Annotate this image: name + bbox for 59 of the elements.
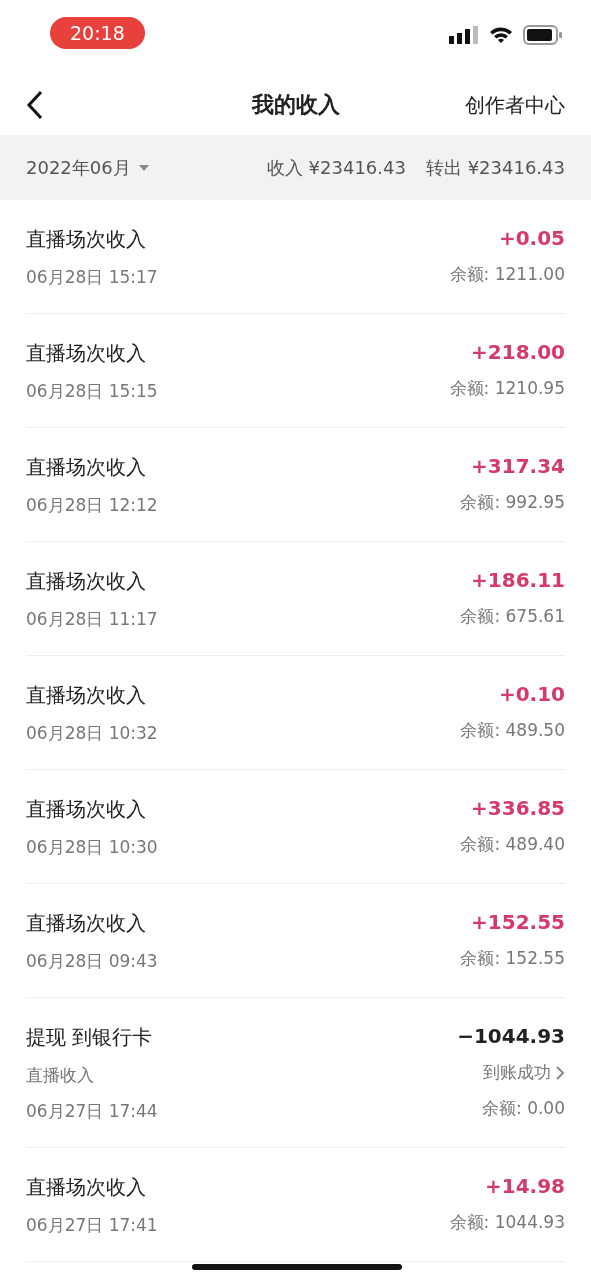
transaction-title: 直播场次收入 [26,1174,147,1201]
transaction-row[interactable]: 直播场次收入 06月28日 12:12 +317.34 余额: 992.95 [26,428,565,542]
transaction-row[interactable]: 直播场次收入 06月28日 11:17 +186.11 余额: 675.61 [26,542,565,656]
transaction-title: 直播场次收入 [26,226,147,253]
transaction-title: 直播场次收入 [26,796,147,823]
balance-text: 余额: 1211.00 [449,263,565,286]
balance-text: 余额: 992.95 [460,491,565,514]
balance-text: 余额: 489.40 [460,833,565,856]
transaction-amount: +0.05 [498,226,565,250]
transaction-row[interactable]: 提现 到银行卡 直播收入 06月27日 17:44 −1044.93 到账成功 余额: 0.00 [26,998,565,1148]
transaction-title: 提现 到银行卡 [26,1024,154,1051]
transaction-date: 06月28日 15:17 [26,266,158,289]
transaction-amount: +218.00 [471,340,565,364]
transaction-amount: +336.85 [471,796,565,820]
transaction-amount: +317.34 [471,454,565,478]
transaction-title: 直播场次收入 [26,682,147,709]
balance-text: 余额: 489.50 [460,719,565,742]
status-time: 20:18 [50,16,145,49]
transaction-row[interactable]: 直播场次收入 06月27日 17:41 +14.98 余额: 1044.93 [26,1148,565,1262]
creator-center-link[interactable]: 创作者中心 [465,91,565,119]
transaction-status: 到账成功 [483,1061,551,1084]
transaction-amount: +0.10 [498,682,565,706]
month-dropdown[interactable]: 2022年06月 [26,155,149,180]
signal-icon [449,25,479,44]
balance-text: 余额: 0.00 [482,1097,565,1120]
transaction-row[interactable]: 直播场次收入 06月28日 09:43 +152.55 余额: 152.55 [26,884,565,998]
transaction-title: 直播场次收入 [26,910,147,937]
wifi-icon [489,25,513,44]
transaction-date: 06月28日 15:15 [26,380,158,403]
transaction-amount: −1044.93 [457,1024,565,1048]
transaction-amount: +152.55 [471,910,565,934]
transaction-date: 06月28日 10:30 [26,836,158,859]
transaction-row[interactable]: 直播场次收入 06月28日 10:32 +0.10 余额: 489.50 [26,656,565,770]
transaction-title: 直播场次收入 [26,568,147,595]
balance-text: 余额: 1044.93 [449,1211,565,1234]
battery-icon [523,24,563,45]
page-title: 我的收入 [251,91,340,119]
outgo-total: 转出 ¥23416.43 [425,155,565,180]
transaction-amount: +186.11 [471,568,565,592]
transaction-source: 直播收入 [26,1064,95,1087]
transaction-amount: +14.98 [484,1174,565,1198]
income-total: 收入 ¥23416.43 [266,155,406,180]
transaction-date: 06月28日 10:32 [26,722,158,745]
transaction-row[interactable]: 直播场次收入 06月28日 15:15 +218.00 余额: 1210.95 [26,314,565,428]
chevron-icon [555,1064,565,1081]
balance-text: 余额: 675.61 [460,605,565,628]
transaction-date: 06月27日 17:41 [26,1214,158,1237]
transaction-date: 06月28日 11:17 [26,608,158,631]
back-icon[interactable] [26,90,44,120]
caret-icon [138,163,149,172]
balance-text: 余额: 1210.95 [449,377,565,400]
transaction-row[interactable]: 直播场次收入 06月28日 15:17 +0.05 余额: 1211.00 [26,200,565,314]
transaction-date: 06月28日 12:12 [26,494,158,517]
transaction-date: 06月28日 09:43 [26,950,158,973]
transaction-title: 直播场次收入 [26,454,147,481]
transaction-row[interactable]: 直播场次收入 06月28日 10:30 +336.85 余额: 489.40 [26,770,565,884]
transaction-title: 直播场次收入 [26,340,147,367]
transaction-date: 06月27日 17:44 [26,1100,158,1123]
balance-text: 余额: 152.55 [460,947,565,970]
